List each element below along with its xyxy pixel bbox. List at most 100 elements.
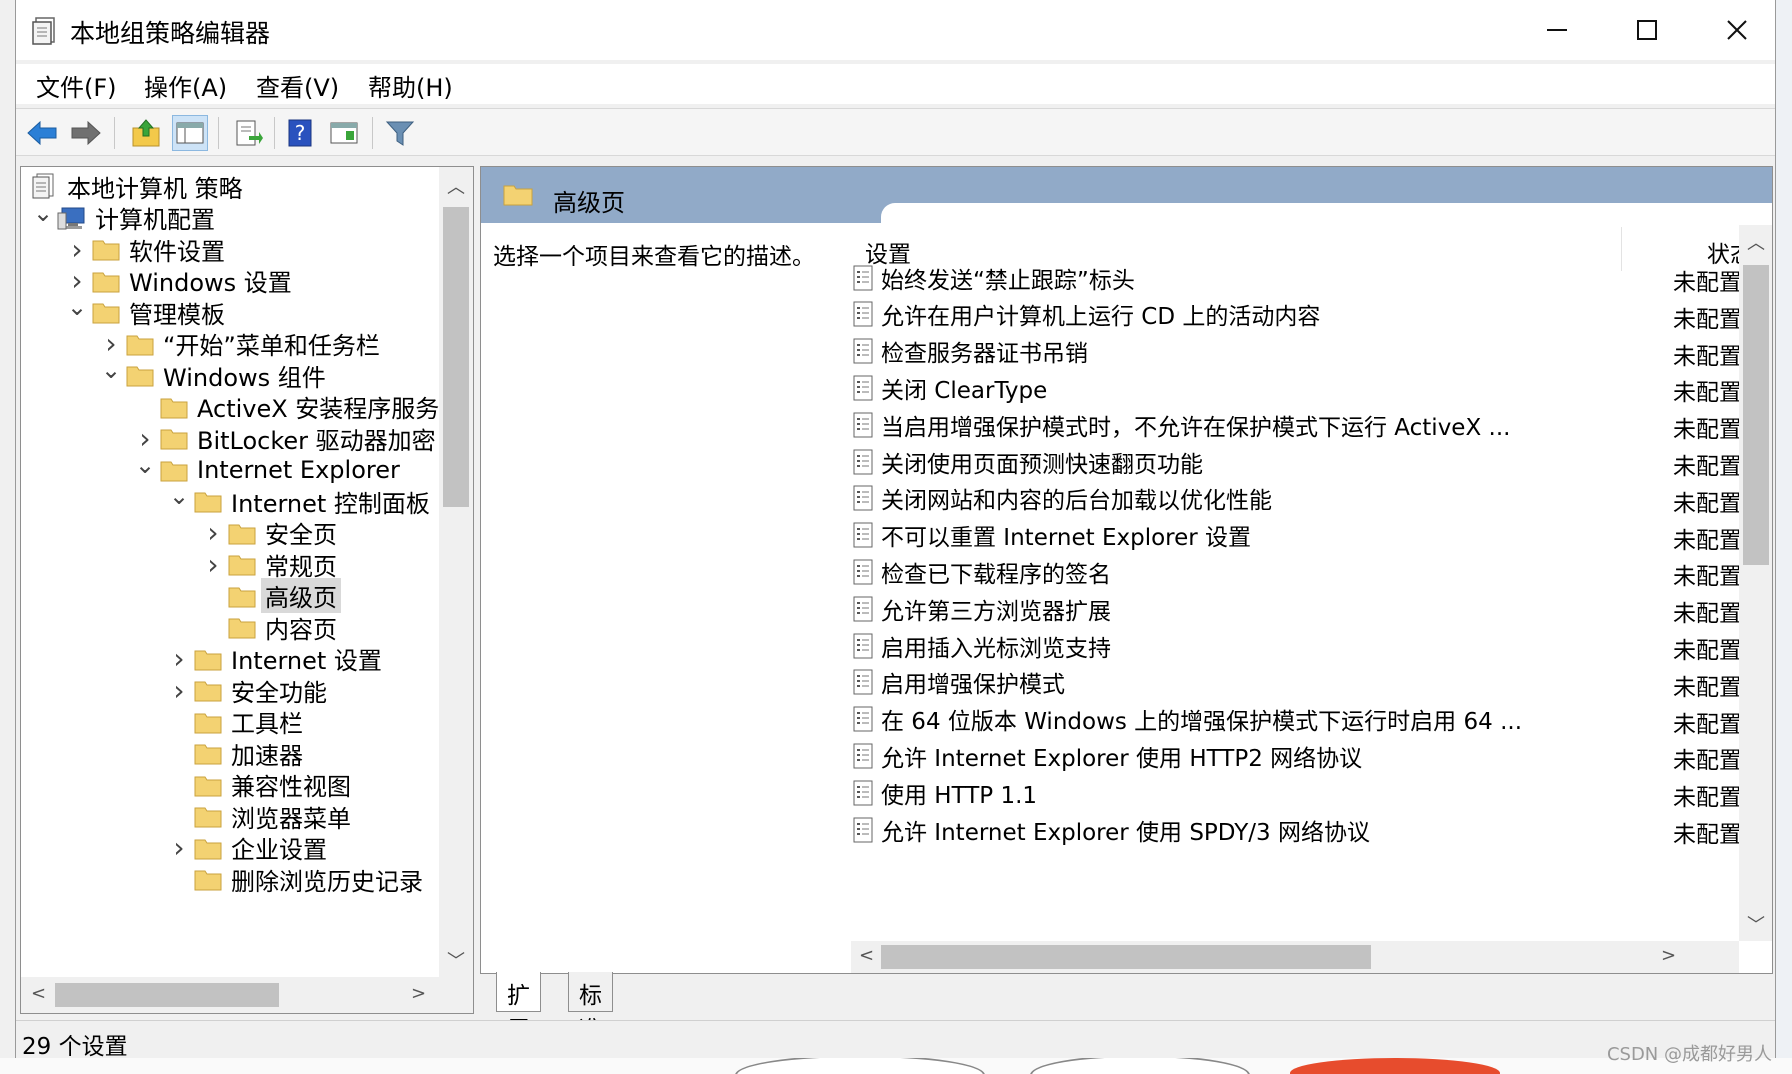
scroll-right-icon[interactable]: > <box>411 983 426 1004</box>
chevron-down-icon[interactable]: ⌄ <box>131 451 159 479</box>
menu-view[interactable]: 查看(V) <box>256 68 339 103</box>
policy-setting-icon <box>853 485 873 511</box>
help-button[interactable]: ? <box>282 115 318 151</box>
chevron-right-icon[interactable]: › <box>63 233 91 266</box>
policy-state: 未配置 <box>1673 417 1742 444</box>
chevron-down-icon[interactable]: ⌄ <box>29 199 57 227</box>
properties-icon <box>330 122 358 144</box>
tree-item[interactable]: ActiveX 安装程序服务 <box>131 390 439 424</box>
scroll-left-icon[interactable]: < <box>31 983 46 1004</box>
policy-row[interactable]: 启用增强保护模式 <box>851 664 1731 701</box>
tree-item[interactable]: ⌄ 计算机配置 <box>29 199 215 235</box>
policy-row[interactable]: 允许在用户计算机上运行 CD 上的活动内容 <box>851 296 1731 333</box>
tree-item[interactable]: 工具栏 <box>165 705 303 739</box>
policy-row[interactable]: 不可以重置 Internet Explorer 设置 <box>851 517 1731 554</box>
policy-state: 未配置 <box>1673 380 1742 407</box>
filter-button[interactable] <box>382 115 418 151</box>
close-button[interactable] <box>1692 0 1782 60</box>
policy-row[interactable]: 在 64 位版本 Windows 上的增强保护模式下运行时启用 64 ... <box>851 701 1731 738</box>
show-hide-tree-button[interactable] <box>172 115 208 151</box>
list-vertical-scrollbar[interactable]: ︿ ﹀ <box>1739 225 1772 941</box>
policy-name: 检查服务器证书吊销 <box>881 341 1088 368</box>
list-horizontal-scrollbar[interactable]: < > <box>851 941 1739 973</box>
forward-button[interactable] <box>68 115 104 151</box>
list-vscroll-thumb[interactable] <box>1743 265 1769 565</box>
properties-button[interactable] <box>326 115 362 151</box>
forward-icon <box>71 120 101 146</box>
tree-item[interactable]: ⌄ Internet 控制面板 <box>165 482 430 518</box>
tree-item[interactable]: 加速器 <box>165 736 303 770</box>
tree-item[interactable]: ⌄ Windows 组件 <box>97 356 326 392</box>
menu-action[interactable]: 操作(A) <box>144 68 227 103</box>
policy-setting-icon <box>853 633 873 658</box>
list-hscroll-thumb[interactable] <box>881 945 1371 969</box>
policy-name: 启用增强保护模式 <box>881 672 1065 699</box>
menu-help[interactable]: 帮助(H) <box>368 68 453 103</box>
title-bar[interactable]: 本地组策略编辑器 <box>16 0 1775 60</box>
chevron-down-icon[interactable]: ⌄ <box>63 293 91 321</box>
tree-item[interactable]: › 企业设置 <box>165 831 327 865</box>
tree-item-label: 常规页 <box>265 552 337 581</box>
tree-horizontal-scrollbar[interactable]: < > <box>21 977 473 1013</box>
tree-item[interactable]: 删除浏览历史记录 <box>165 862 423 896</box>
scroll-down-icon[interactable]: ﹀ <box>1747 911 1765 937</box>
policy-state: 未配置 <box>1673 785 1742 812</box>
tree-item[interactable]: 兼容性视图 <box>165 768 351 802</box>
up-folder-button[interactable] <box>128 115 164 151</box>
chevron-right-icon[interactable]: › <box>165 642 193 675</box>
tree-item[interactable]: 本地计算机 策略 <box>29 169 243 203</box>
policy-row[interactable]: 允许 Internet Explorer 使用 SPDY/3 网络协议 <box>851 811 1731 848</box>
policy-row[interactable]: 检查已下载程序的签名 <box>851 553 1731 590</box>
menu-file[interactable]: 文件(F) <box>36 68 117 103</box>
policy-row[interactable]: 使用 HTTP 1.1 <box>851 774 1731 811</box>
scroll-up-icon[interactable]: ︿ <box>447 173 465 199</box>
scroll-up-icon[interactable]: ︿ <box>1747 229 1765 255</box>
scroll-left-icon[interactable]: < <box>859 945 874 966</box>
tab-extended[interactable]: 扩展 <box>496 972 541 1043</box>
tree-item-label: ActiveX 安装程序服务 <box>197 395 440 423</box>
tree-item[interactable]: › 常规页 <box>199 547 337 581</box>
scroll-right-icon[interactable]: > <box>1661 945 1676 966</box>
tree-vscroll-thumb[interactable] <box>443 207 469 507</box>
tree-item[interactable]: › 安全页 <box>199 516 337 550</box>
chevron-right-icon[interactable]: › <box>165 674 193 707</box>
policy-row[interactable]: 允许 Internet Explorer 使用 HTTP2 网络协议 <box>851 737 1731 774</box>
toolbar-separator <box>372 117 373 149</box>
policy-row[interactable]: 当启用增强保护模式时，不允许在保护模式下运行 ActiveX ... <box>851 406 1731 443</box>
chevron-right-icon[interactable]: › <box>165 831 193 864</box>
tree-pane[interactable]: 本地计算机 策略 ⌄ 计算机配置 › 软件设置 › Windows 设置 ⌄ 管理模板 › “开始”… <box>20 166 474 1014</box>
chevron-down-icon[interactable]: ⌄ <box>165 482 193 510</box>
tab-standard[interactable]: 标准 <box>568 972 613 1043</box>
chevron-down-icon[interactable]: ⌄ <box>97 356 125 384</box>
policy-row[interactable]: 关闭 ClearType <box>851 369 1731 406</box>
tree-item[interactable]: › BitLocker 驱动器加密 <box>131 421 435 455</box>
tree-item[interactable]: › Internet 设置 <box>165 642 382 676</box>
tree-vertical-scrollbar[interactable]: ︿ ﹀ <box>439 167 473 977</box>
back-button[interactable] <box>24 115 60 151</box>
toolbar: ? <box>16 108 1775 156</box>
export-list-button[interactable] <box>230 115 266 151</box>
policy-setting-icon <box>853 338 873 364</box>
tree-item[interactable]: 高级页 <box>199 578 341 613</box>
tree-item[interactable]: › 安全功能 <box>165 673 327 707</box>
policy-row[interactable]: 关闭网站和内容的后台加载以优化性能 <box>851 480 1731 517</box>
policy-row[interactable]: 启用插入光标浏览支持 <box>851 627 1731 664</box>
policy-row[interactable]: 关闭使用页面预测快速翻页功能 <box>851 443 1731 480</box>
tree-item[interactable]: 浏览器菜单 <box>165 799 351 833</box>
minimize-button[interactable] <box>1512 0 1602 60</box>
policy-state: 未配置 <box>1673 601 1742 628</box>
policy-row[interactable]: 检查服务器证书吊销 <box>851 333 1731 370</box>
tree-item[interactable]: › Windows 设置 <box>63 264 291 298</box>
policy-row[interactable]: 始终发送“禁止跟踪”标头 <box>851 259 1731 296</box>
tree-item[interactable]: ⌄ 管理模板 <box>63 293 225 329</box>
tree-hscroll-thumb[interactable] <box>55 983 279 1007</box>
tree-item[interactable]: 内容页 <box>199 610 337 644</box>
maximize-button[interactable] <box>1602 0 1692 60</box>
chevron-right-icon[interactable]: › <box>199 548 227 581</box>
policy-row[interactable]: 允许第三方浏览器扩展 <box>851 590 1731 627</box>
tree-item[interactable]: › “开始”菜单和任务栏 <box>97 327 379 361</box>
folder-icon <box>194 650 222 670</box>
tree-item[interactable]: › 软件设置 <box>63 232 225 266</box>
chevron-right-icon[interactable]: › <box>199 516 227 549</box>
scroll-down-icon[interactable]: ﹀ <box>447 947 465 973</box>
